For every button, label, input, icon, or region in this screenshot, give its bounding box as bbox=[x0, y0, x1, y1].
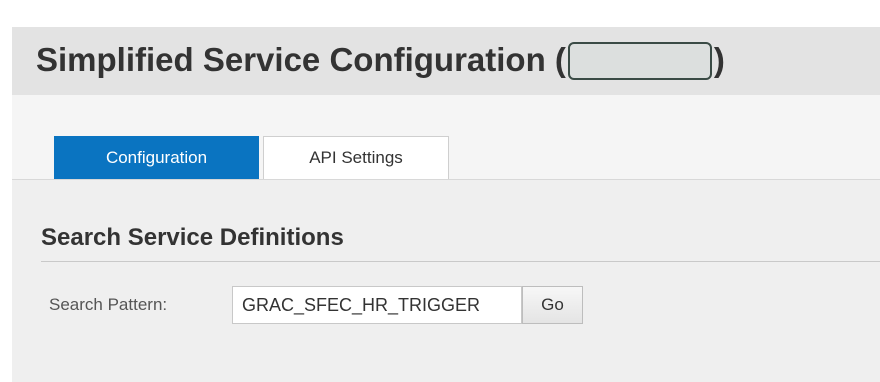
close-paren: ) bbox=[713, 41, 725, 78]
section-title: Search Service Definitions bbox=[41, 224, 344, 251]
page-title: Simplified Service Configuration ( ) bbox=[36, 41, 725, 80]
search-pattern-label: Search Pattern: bbox=[49, 295, 168, 314]
go-button[interactable]: Go bbox=[522, 286, 583, 324]
section-divider bbox=[41, 261, 880, 262]
redacted-system-id bbox=[567, 42, 712, 80]
tab-content-panel: Search Service Definitions Search Patter… bbox=[12, 179, 880, 382]
tab-bar: Configuration API Settings bbox=[54, 136, 449, 179]
tab-configuration[interactable]: Configuration bbox=[54, 136, 259, 179]
tab-api-settings[interactable]: API Settings bbox=[263, 136, 449, 179]
page-title-text: Simplified Service Configuration bbox=[36, 41, 546, 78]
open-paren: ( bbox=[554, 41, 566, 78]
search-pattern-input[interactable] bbox=[232, 286, 522, 324]
page-header: Simplified Service Configuration ( ) bbox=[12, 27, 880, 95]
